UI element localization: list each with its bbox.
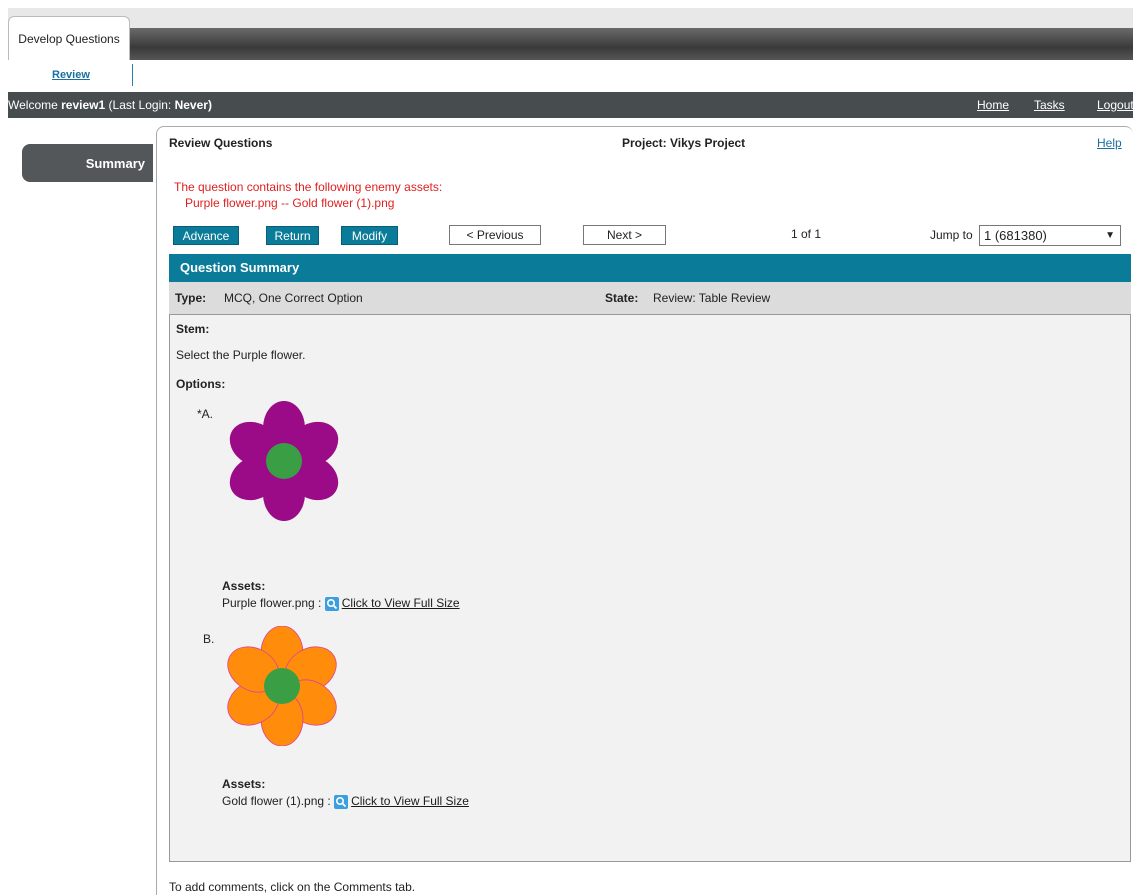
help-link[interactable]: Help — [1097, 136, 1122, 150]
option-a-asset-row: Purple flower.png : Click to View Full S… — [222, 596, 460, 611]
return-button[interactable]: Return — [266, 226, 319, 245]
chevron-down-icon: ▼ — [1105, 230, 1115, 241]
question-content: Stem: Select the Purple flower. Options:… — [169, 314, 1131, 862]
option-b-assets-label: Assets: — [222, 777, 266, 791]
jump-to-select[interactable]: 1 (681380) ▼ — [979, 225, 1121, 246]
welcome-user: review1 — [61, 98, 106, 112]
state-value: Review: Table Review — [653, 291, 771, 305]
type-state-bar: Type: MCQ, One Correct Option State: Rev… — [169, 282, 1131, 314]
project-label: Project: Vikys Project — [622, 136, 746, 150]
subnav-divider — [132, 64, 133, 86]
option-b-asset-row: Gold flower (1).png : Click to View Full… — [222, 794, 469, 809]
stem-text: Select the Purple flower. — [176, 348, 306, 362]
purple-flower-center — [266, 443, 302, 479]
previous-button[interactable]: < Previous — [449, 225, 541, 245]
option-a-letter: *A. — [197, 407, 214, 421]
options-label: Options: — [176, 377, 226, 391]
main-panel: Review Questions Project: Vikys Project … — [156, 126, 1133, 895]
last-login-prefix: (Last Login: — [108, 98, 172, 112]
subnav-review-link[interactable]: Review — [52, 69, 90, 81]
tasks-link[interactable]: Tasks — [1034, 92, 1065, 118]
page-title: Review Questions — [169, 136, 273, 150]
stem-label: Stem: — [176, 322, 210, 336]
comments-hint: To add comments, click on the Comments t… — [169, 880, 416, 894]
magnifier-icon[interactable] — [324, 596, 339, 611]
subnav: Review — [8, 60, 1133, 92]
enemy-assets-warning: The question contains the following enem… — [174, 180, 443, 194]
type-value: MCQ, One Correct Option — [224, 291, 363, 305]
option-b-letter: B. — [203, 632, 215, 646]
option-b-asset-file: Gold flower (1).png : — [222, 794, 331, 808]
purple-flower-image — [229, 401, 339, 521]
state-label: State: — [605, 291, 639, 305]
welcome-bar: Welcome review1 (Last Login: Never) Home… — [8, 92, 1133, 118]
enemy-assets-list: Purple flower.png -- Gold flower (1).png — [185, 196, 395, 210]
next-button[interactable]: Next > — [583, 225, 666, 245]
home-link[interactable]: Home — [977, 92, 1009, 118]
gold-flower-image — [227, 626, 337, 746]
type-label: Type: — [175, 291, 207, 305]
window-top-strip — [8, 8, 1133, 28]
last-login-value: Never) — [174, 98, 212, 112]
modify-button[interactable]: Modify — [341, 226, 398, 245]
magnifier-icon[interactable] — [334, 794, 349, 809]
tab-develop-questions[interactable]: Develop Questions — [8, 16, 130, 60]
option-a-view-full-size-link[interactable]: Click to View Full Size — [342, 596, 460, 610]
welcome-text: Welcome review1 (Last Login: Never) — [8, 92, 212, 118]
option-a-asset-file: Purple flower.png : — [222, 596, 322, 610]
question-counter: 1 of 1 — [791, 227, 822, 241]
tab-bar — [8, 28, 1133, 60]
advance-button[interactable]: Advance — [173, 226, 239, 245]
logout-link[interactable]: Logout — [1097, 92, 1133, 118]
welcome-prefix: Welcome — [8, 98, 58, 112]
sidebar-summary-button[interactable]: Summary — [22, 144, 153, 182]
gold-flower-center — [264, 668, 300, 704]
option-b-view-full-size-link[interactable]: Click to View Full Size — [351, 794, 469, 808]
jump-to-value: 1 (681380) — [984, 228, 1047, 243]
question-summary-header: Question Summary — [169, 254, 1131, 282]
option-a-assets-label: Assets: — [222, 579, 266, 593]
jump-to-label: Jump to — [930, 228, 973, 242]
